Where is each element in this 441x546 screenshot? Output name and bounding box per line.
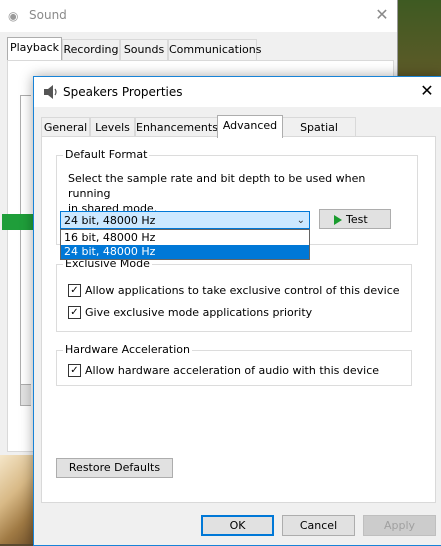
tab-playback[interactable]: Playback xyxy=(7,37,62,60)
close-icon[interactable]: ✕ xyxy=(370,4,394,26)
hardware-acceleration-label: Hardware Acceleration xyxy=(63,343,192,356)
dropdown-option-24bit[interactable]: 24 bit, 48000 Hz xyxy=(61,245,309,259)
test-button[interactable]: Test xyxy=(319,209,391,229)
tab-sounds[interactable]: Sounds xyxy=(120,39,168,60)
speaker-icon: ◉ xyxy=(8,9,19,23)
speakers-properties-dialog: Speakers Properties ✕ General Levels Enh… xyxy=(33,76,441,546)
default-format-dropdown[interactable]: 16 bit, 48000 Hz 24 bit, 48000 Hz xyxy=(60,229,310,260)
default-format-select-value: 24 bit, 48000 Hz xyxy=(64,214,156,227)
tab-enhancements[interactable]: Enhancements xyxy=(135,117,218,137)
allow-exclusive-checkbox[interactable]: ✓ xyxy=(68,284,81,297)
configure-button[interactable] xyxy=(20,384,31,406)
cancel-button[interactable]: Cancel xyxy=(282,515,355,536)
apply-button[interactable]: Apply xyxy=(363,515,436,536)
speaker-icon xyxy=(44,85,57,99)
priority-checkbox[interactable]: ✓ xyxy=(68,306,81,319)
tab-recording[interactable]: Recording xyxy=(62,39,120,60)
test-label: Test xyxy=(346,213,368,226)
exclusive-mode-group: Exclusive Mode xyxy=(56,257,412,332)
sound-titlebar: ◉ Sound ✕ xyxy=(0,0,397,32)
dialog-title: Speakers Properties xyxy=(63,85,183,99)
dialog-titlebar: Speakers Properties ✕ xyxy=(34,77,441,107)
allow-hw-checkbox[interactable]: ✓ xyxy=(68,364,81,377)
sound-window-title: Sound xyxy=(29,8,67,22)
chevron-down-icon: ⌄ xyxy=(296,215,305,226)
restore-defaults-button[interactable]: Restore Defaults xyxy=(56,458,173,478)
allow-hw-label[interactable]: Allow hardware acceleration of audio wit… xyxy=(85,364,379,378)
default-format-select[interactable]: 24 bit, 48000 Hz ⌄ xyxy=(60,211,310,229)
tab-spatial-sound[interactable]: Spatial sound xyxy=(282,117,356,153)
ok-button[interactable]: OK xyxy=(201,515,274,536)
priority-label[interactable]: Give exclusive mode applications priorit… xyxy=(85,306,312,320)
tab-advanced[interactable]: Advanced xyxy=(217,115,283,138)
tab-general[interactable]: General xyxy=(41,117,90,137)
default-format-label: Default Format xyxy=(63,148,150,161)
close-icon[interactable]: ✕ xyxy=(414,80,440,102)
tab-levels[interactable]: Levels xyxy=(90,117,135,137)
play-icon xyxy=(334,215,342,225)
allow-exclusive-label[interactable]: Allow applications to take exclusive con… xyxy=(85,284,400,298)
advanced-panel: Default Format Select the sample rate an… xyxy=(41,136,436,503)
description-line: Select the sample rate and bit depth to … xyxy=(68,172,366,200)
dropdown-option-16bit[interactable]: 16 bit, 48000 Hz xyxy=(61,231,309,245)
tab-communications[interactable]: Communications xyxy=(168,39,261,60)
